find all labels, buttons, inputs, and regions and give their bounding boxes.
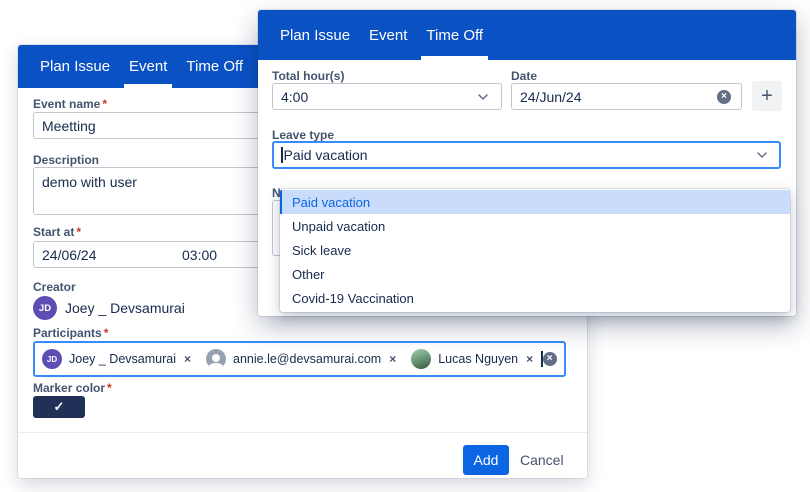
participants-label: Participants* <box>33 326 108 340</box>
creator-avatar: JD <box>33 296 57 320</box>
dropdown-option-covid-vaccination[interactable]: Covid-19 Vaccination <box>280 287 790 311</box>
participant-name: annie.le@devsamurai.com <box>233 352 381 366</box>
app-canvas: Plan Issue Event Time Off Event name* Me… <box>0 0 810 492</box>
creator-name: Joey _ Devsamurai <box>65 300 185 316</box>
time-off-dialog-tab-bar: Plan Issue Event Time Off <box>258 10 796 60</box>
required-marker: * <box>104 326 109 340</box>
event-name-value: Meetting <box>42 118 96 134</box>
avatar-head-shape <box>212 354 220 362</box>
add-button[interactable]: Add <box>463 445 509 475</box>
tab-time-off[interactable]: Time Off <box>184 45 245 88</box>
marker-color-swatch[interactable]: ✓ <box>33 396 85 418</box>
text-cursor <box>281 147 283 163</box>
date-input[interactable]: 24/Jun/24 × <box>511 83 742 110</box>
avatar-body-shape <box>207 363 224 369</box>
leave-type-value: Paid vacation <box>284 147 368 163</box>
remove-participant-icon[interactable]: × <box>184 352 191 366</box>
total-hours-label: Total hour(s) <box>272 69 344 83</box>
tab-time-off[interactable]: Time Off <box>424 10 485 60</box>
tab-plan-issue[interactable]: Plan Issue <box>38 45 112 88</box>
dropdown-option-other[interactable]: Other <box>280 263 790 287</box>
creator-row: JD Joey _ Devsamurai <box>33 296 185 320</box>
total-hours-select[interactable]: 4:00 <box>272 83 502 110</box>
dropdown-option-paid-vacation[interactable]: Paid vacation <box>280 190 790 214</box>
clear-participants-icon[interactable]: × <box>543 352 557 366</box>
remove-participant-icon[interactable]: × <box>526 352 533 366</box>
start-time-value: 03:00 <box>182 247 217 263</box>
event-name-label-text: Event name <box>33 97 100 111</box>
date-value: 24/Jun/24 <box>520 89 582 105</box>
participant-chip: JD Joey _ Devsamurai × <box>42 349 191 369</box>
leave-type-dropdown-menu: Paid vacation Unpaid vacation Sick leave… <box>280 189 790 312</box>
start-at-label-text: Start at <box>33 225 74 239</box>
marker-color-label: Marker color* <box>33 381 112 395</box>
plus-icon: + <box>761 86 773 106</box>
start-at-label: Start at* <box>33 225 81 239</box>
participant-chip: annie.le@devsamurai.com × <box>206 349 396 369</box>
dropdown-option-unpaid-vacation[interactable]: Unpaid vacation <box>280 214 790 238</box>
participants-controls: × <box>543 351 566 367</box>
dropdown-option-sick-leave[interactable]: Sick leave <box>280 238 790 262</box>
participants-label-text: Participants <box>33 326 102 340</box>
checkmark-icon: ✓ <box>54 399 65 415</box>
chevron-down-icon[interactable] <box>754 147 770 163</box>
leave-type-select[interactable]: Paid vacation <box>272 141 781 169</box>
required-marker: * <box>107 381 112 395</box>
start-date-value: 24/06/24 <box>42 247 182 263</box>
required-marker: * <box>76 225 81 239</box>
required-marker: * <box>102 97 107 111</box>
description-value: demo with user <box>42 174 137 190</box>
leave-type-label: Leave type <box>272 128 334 142</box>
total-hours-value: 4:00 <box>281 89 308 105</box>
leave-type-controls <box>754 147 772 163</box>
participant-name: Joey _ Devsamurai <box>69 352 176 366</box>
marker-color-label-text: Marker color <box>33 381 105 395</box>
participant-avatar: JD <box>42 349 62 369</box>
footer-divider <box>18 432 587 433</box>
participant-photo-avatar <box>411 349 431 369</box>
date-label: Date <box>511 69 537 83</box>
participants-multiselect[interactable]: JD Joey _ Devsamurai × annie.le@devsamur… <box>33 341 566 377</box>
remove-participant-icon[interactable]: × <box>389 352 396 366</box>
description-label: Description <box>33 153 99 167</box>
event-name-label: Event name* <box>33 97 107 111</box>
time-off-dialog: Plan Issue Event Time Off Total hour(s) … <box>258 10 796 316</box>
add-row-button[interactable]: + <box>752 81 782 111</box>
participant-chip: Lucas Nguyen × <box>411 349 533 369</box>
total-hours-controls <box>475 89 493 105</box>
chevron-down-icon[interactable] <box>475 89 491 105</box>
tab-event[interactable]: Event <box>367 10 409 60</box>
clear-date-icon[interactable]: × <box>717 90 731 104</box>
anonymous-avatar-icon <box>206 349 226 369</box>
participant-name: Lucas Nguyen <box>438 352 518 366</box>
date-controls: × <box>717 90 733 104</box>
tab-plan-issue[interactable]: Plan Issue <box>278 10 352 60</box>
creator-label: Creator <box>33 280 76 294</box>
cancel-button[interactable]: Cancel <box>520 445 564 475</box>
tab-event[interactable]: Event <box>127 45 169 88</box>
